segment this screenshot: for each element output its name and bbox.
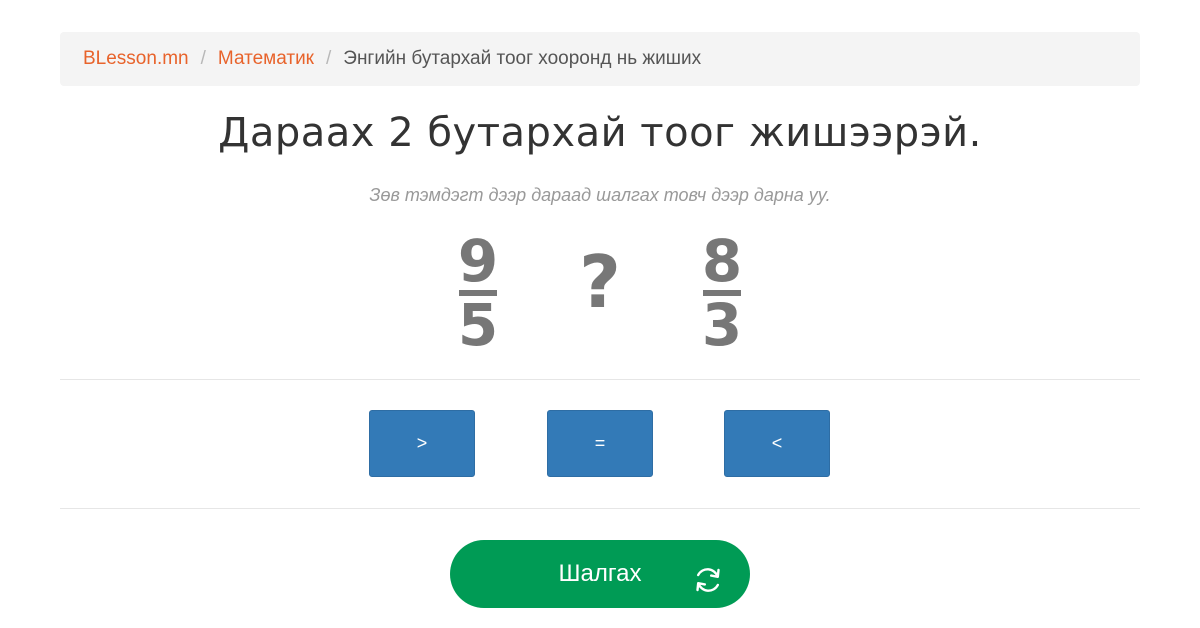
breadcrumb-home-link[interactable]: BLesson.mn <box>83 48 189 70</box>
left-numerator: 9 <box>457 227 499 295</box>
divider <box>60 379 1140 380</box>
breadcrumb-category-link[interactable]: Математик <box>218 48 314 70</box>
equal-button[interactable]: = <box>547 410 653 477</box>
right-fraction: 8 3 <box>692 232 752 354</box>
divider <box>60 508 1140 509</box>
breadcrumb-separator: / <box>326 48 332 69</box>
right-denominator: 3 <box>701 291 743 359</box>
right-numerator: 8 <box>701 227 743 295</box>
instruction-text: Зөв тэмдэгт дээр дараад шалгах товч дээр… <box>369 185 831 205</box>
refresh-icon <box>696 568 720 592</box>
greater-than-button[interactable]: > <box>369 410 475 477</box>
page-title: Дараах 2 бутархай тоог жишээрэй. <box>218 110 982 156</box>
less-than-button[interactable]: < <box>724 410 830 477</box>
comparison-placeholder: ? <box>579 240 621 324</box>
check-button-label: Шалгах <box>558 560 642 587</box>
left-fraction: 9 5 <box>448 232 508 354</box>
left-denominator: 5 <box>457 291 499 359</box>
breadcrumb: BLesson.mn / Математик / Энгийн бутархай… <box>60 32 1140 86</box>
check-button[interactable]: Шалгах <box>450 540 750 608</box>
breadcrumb-separator: / <box>200 48 206 69</box>
breadcrumb-current: Энгийн бутархай тоог хооронд нь жиших <box>343 48 702 69</box>
page: BLesson.mn / Математик / Энгийн бутархай… <box>0 0 1200 628</box>
